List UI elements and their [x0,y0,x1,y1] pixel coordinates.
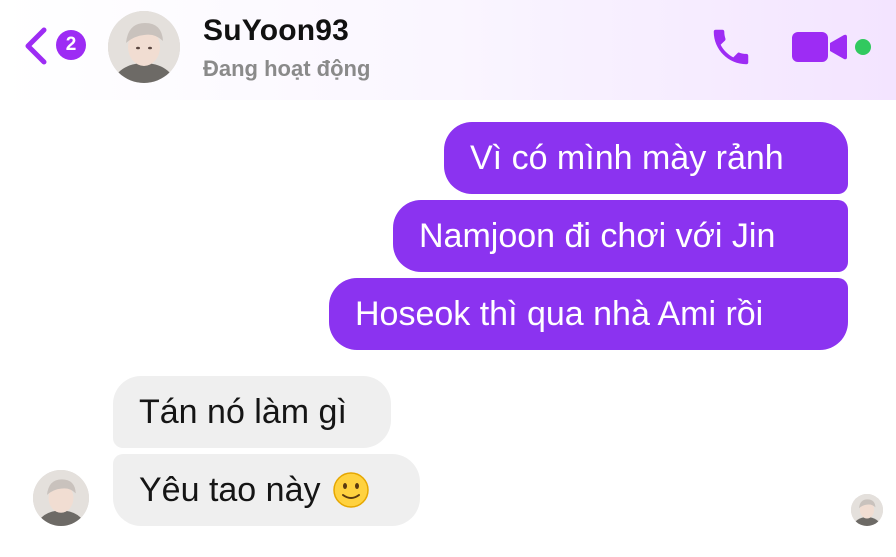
video-call-button[interactable] [790,30,850,64]
message-bubble-received[interactable]: Tán nó làm gì [113,376,391,448]
chevron-left-icon [25,27,47,65]
chat-header: 2 SuYoon93 Đang hoạt động [0,0,896,100]
message-bubble-sent[interactable]: Vì có mình mày rảnh [444,122,848,194]
message-bubble-sent[interactable]: Hoseok thì qua nhà Ami rồi [329,278,848,350]
phone-icon [713,29,749,65]
call-button[interactable] [708,24,754,70]
message-bubble-received[interactable]: Yêu tao này [113,454,420,526]
unread-count-badge: 2 [56,30,86,60]
seen-receipt-avatar [851,494,883,526]
contact-name: SuYoon93 [203,14,350,47]
avatar-image [33,470,89,526]
active-status: Đang hoạt động [203,56,371,81]
contact-avatar[interactable] [108,11,180,83]
message-bubble-sent[interactable]: Namjoon đi chơi với Jin [393,200,848,272]
message-text: Tán nó làm gì [139,392,347,431]
back-button[interactable]: 2 [22,24,86,68]
sender-avatar[interactable] [33,470,89,526]
avatar-image [851,494,883,526]
message-text: Vì có mình mày rảnh [470,138,784,177]
slightly-smiling-face-icon [333,472,370,508]
message-text: Yêu tao này [139,470,321,509]
message-text: Hoseok thì qua nhà Ami rồi [355,294,764,333]
avatar-image [108,11,180,83]
online-indicator [855,39,871,55]
video-camera-icon [792,32,847,62]
message-text: Namjoon đi chơi với Jin [419,216,776,255]
